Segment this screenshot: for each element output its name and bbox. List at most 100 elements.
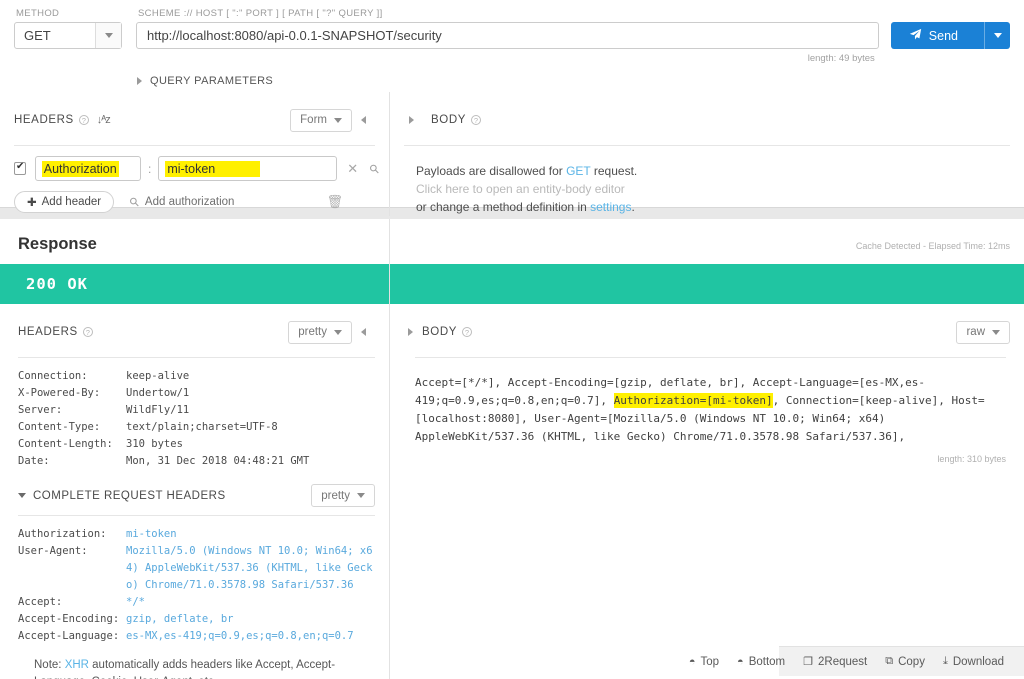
response-headers-title: HEADERS	[18, 326, 78, 338]
request-url-row: METHOD GET SCHEME :// HOST [ ":" PORT ] …	[0, 0, 1024, 64]
header-value: gzip, deflate, br	[126, 613, 234, 625]
header-key: Content-Length:	[18, 438, 113, 450]
entity-body-editor-link[interactable]: Click here to open an entity-body editor	[416, 180, 1024, 198]
help-icon[interactable]: ?	[78, 115, 89, 125]
response-headers-table: Connection: keep-alive X-Powered-By: Under…	[0, 358, 389, 470]
table-row: Accept: */*	[18, 594, 375, 611]
query-parameters-toggle[interactable]: QUERY PARAMETERS	[137, 75, 1024, 87]
copy-icon: ⧉	[885, 655, 894, 667]
change-method-line: or change a method definition in setting…	[416, 198, 1024, 216]
response-body-section: BODY ? raw Accept=[*/*], Accept-Encoding…	[389, 304, 1024, 676]
chevron-down-icon	[992, 329, 1000, 335]
url-input[interactable]: http://localhost:8080/api-0.0.1-SNAPSHOT…	[136, 22, 879, 49]
complete-request-headers-format-select[interactable]: pretty	[311, 484, 375, 507]
method-select[interactable]: GET	[14, 22, 122, 49]
header-key: Date:	[18, 455, 50, 467]
download-button[interactable]: ⤓ Download	[943, 655, 1004, 668]
add-authorization-button[interactable]: ⚲ Add authorization	[126, 194, 234, 210]
table-row: Accept-Encoding: gzip, deflate, br	[18, 611, 375, 628]
remove-header-icon[interactable]: ✕	[347, 161, 358, 177]
scroll-bottom-button[interactable]: ◓ Bottom	[737, 656, 785, 668]
complete-request-headers-title[interactable]: COMPLETE REQUEST HEADERS	[33, 490, 226, 502]
xhr-note: Note: XHR automatically adds headers lik…	[0, 645, 389, 679]
scroll-bottom-label: Bottom	[748, 655, 786, 668]
body-text-highlight: Authorization=[mi-token]	[613, 393, 773, 408]
copy-label: Copy	[898, 655, 925, 668]
method-value: GET	[24, 28, 51, 43]
expand-right-button[interactable]	[400, 103, 423, 137]
send-group: Send	[890, 6, 1010, 49]
header-value: mi-token	[126, 528, 177, 540]
header-value: Undertow/1	[126, 387, 190, 399]
copy-button[interactable]: ⧉ Copy	[885, 655, 925, 668]
plus-icon: ✚	[27, 197, 37, 209]
response-title: Response	[18, 235, 97, 253]
scroll-top-label: Top	[700, 655, 720, 668]
table-row: Content-Length: 310 bytes	[18, 436, 375, 453]
header-key: Accept:	[18, 596, 63, 608]
send-button-main[interactable]: Send	[891, 22, 984, 49]
help-icon[interactable]: ?	[471, 115, 481, 125]
response-split: HEADERS ? pretty Connection: keep-alive X…	[0, 219, 1024, 679]
xhr-link[interactable]: XHR	[65, 659, 89, 671]
table-row: X-Powered-By: Undertow/1	[18, 385, 375, 402]
header-key: Content-Type:	[18, 421, 101, 433]
header-value-input[interactable]: mi-token	[158, 156, 338, 181]
header-row: Authorization : mi-token ✕ ⚲	[0, 146, 389, 181]
header-key: Server:	[18, 404, 63, 416]
change-method-prefix: or change a method definition in	[416, 200, 591, 214]
header-key: X-Powered-By:	[18, 387, 101, 399]
header-value: es-MX,es-419;q=0.9,es;q=0.8,en;q=0.7	[126, 630, 354, 642]
url-field-group: SCHEME :// HOST [ ":" PORT ] [ PATH [ "?…	[136, 6, 879, 64]
url-value: http://localhost:8080/api-0.0.1-SNAPSHOT…	[147, 28, 442, 43]
header-value: 310 bytes	[126, 438, 183, 450]
response-body-content: Accept=[*/*], Accept-Encoding=[gzip, def…	[389, 358, 1024, 446]
send-dropdown-toggle[interactable]	[984, 22, 1010, 49]
search-icon[interactable]: ⚲	[367, 160, 383, 176]
to-request-button[interactable]: ❐ 2Request	[803, 655, 867, 669]
change-method-suffix: .	[631, 200, 635, 214]
header-key-input[interactable]: Authorization	[34, 156, 141, 181]
response-header: Response Cache Detected - Elapsed Time: …	[0, 219, 1024, 264]
chevron-down-icon[interactable]	[95, 23, 121, 48]
response-body-format-select[interactable]: raw	[956, 320, 1010, 344]
key-icon: ⚲	[126, 193, 143, 211]
header-enabled-checkbox[interactable]	[14, 161, 26, 175]
request-body-section: BODY ? Payloads are disallowed for GET r…	[390, 92, 1024, 216]
chevron-down-icon	[357, 493, 365, 498]
chevron-left-icon	[361, 116, 366, 124]
collapse-left-button[interactable]	[352, 315, 375, 349]
restlet-client-window: METHOD GET SCHEME :// HOST [ ":" PORT ] …	[0, 0, 1024, 679]
table-row: User-Agent: Mozilla/5.0 (Windows NT 10.0;…	[18, 543, 375, 594]
chevron-right-icon	[409, 116, 414, 124]
response-headers-format-label: pretty	[298, 326, 327, 338]
header-value: keep-alive	[126, 370, 190, 382]
method-link[interactable]: GET	[566, 164, 590, 178]
collapse-left-button[interactable]	[352, 103, 375, 137]
payload-disallowed-prefix: Payloads are disallowed for	[416, 164, 567, 178]
help-icon[interactable]: ?	[462, 327, 472, 337]
help-icon[interactable]: ?	[82, 327, 93, 337]
sort-az-icon[interactable]: ↓ᴬz	[97, 114, 111, 126]
header-value: WildFly/11	[126, 404, 190, 416]
scroll-top-button[interactable]: ◓ Top	[689, 656, 719, 668]
header-value: Mozilla/5.0 (Windows NT 10.0; Win64; x64…	[126, 545, 373, 591]
send-button[interactable]: Send	[890, 22, 1010, 49]
table-row: Authorization: mi-token	[18, 526, 375, 543]
arrow-up-circle-icon: ◓	[688, 655, 696, 668]
send-caption-spacer	[893, 8, 1010, 19]
add-header-button[interactable]: ✚ Add header	[14, 191, 115, 213]
paper-plane-icon	[909, 28, 922, 44]
header-separator: :	[147, 161, 152, 176]
header-key: Accept-Language:	[18, 630, 120, 642]
header-value-value: mi-token	[165, 160, 261, 177]
delete-all-headers-icon[interactable]: 🗑	[326, 194, 343, 210]
expand-right-button[interactable]	[399, 315, 422, 349]
settings-link[interactable]: settings	[590, 200, 631, 214]
response-body-title: BODY	[422, 326, 457, 338]
status-text: 200 OK	[26, 275, 88, 293]
request-headers-format-select[interactable]: Form	[290, 108, 352, 132]
table-row: Date: Mon, 31 Dec 2018 04:48:21 GMT	[18, 453, 375, 470]
method-caption: METHOD	[16, 8, 60, 19]
response-headers-format-select[interactable]: pretty	[288, 320, 352, 344]
